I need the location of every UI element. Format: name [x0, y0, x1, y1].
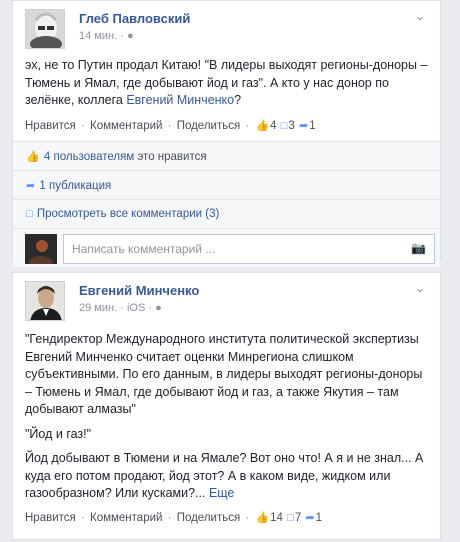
post-meta: 14 мин. · ●: [79, 30, 134, 42]
comment-icon: □: [287, 512, 294, 524]
post-platform: iOS: [126, 302, 146, 314]
post-time[interactable]: 14 мин.: [79, 30, 117, 42]
user-avatar: [25, 234, 57, 264]
like-button[interactable]: Нравится: [25, 120, 76, 132]
comment-composer: Написать комментарий ... 📷: [13, 229, 440, 267]
likes-summary: 👍 4 пользователям это нравится: [13, 142, 440, 171]
comment-count[interactable]: 3: [288, 120, 294, 132]
share-button[interactable]: Поделиться: [177, 120, 241, 132]
chevron-down-icon[interactable]: ⌄: [415, 9, 425, 23]
post-header: Глеб Павловский 14 мин. · ● ⌄: [25, 9, 425, 51]
post-paragraph: Йод добывают в Тюмени и на Ямале? Вот он…: [25, 451, 424, 500]
post-actions: Нравится · Комментарий · Поделиться · 👍4…: [25, 120, 316, 132]
view-comments-row: □ Просмотреть все комментарии (3): [13, 200, 440, 229]
view-all-comments-link[interactable]: Просмотреть все комментарии (3): [37, 208, 219, 220]
likers-link[interactable]: 4 пользователям: [44, 151, 134, 163]
post-paragraph: "Йод и газ!": [25, 426, 92, 441]
author-avatar[interactable]: [25, 281, 65, 321]
post-time[interactable]: 29 мин.: [79, 302, 117, 314]
share-icon: ➦: [26, 180, 36, 192]
like-count[interactable]: 14: [270, 512, 283, 524]
post-text: "Гендиректор Международного института по…: [25, 331, 430, 510]
thumbs-up-icon: 👍: [26, 151, 40, 163]
comment-icon: □: [280, 120, 288, 132]
thumbs-up-icon: 👍: [255, 512, 270, 524]
author-avatar[interactable]: [25, 9, 65, 49]
see-more-link[interactable]: Еще: [209, 486, 234, 500]
thumbs-up-icon: 👍: [255, 120, 270, 132]
like-button[interactable]: Нравится: [25, 512, 76, 524]
post-paragraph: "Гендиректор Международного института по…: [25, 332, 423, 416]
like-count[interactable]: 4: [270, 120, 276, 132]
post-card: Глеб Павловский 14 мин. · ● ⌄ эх, не то …: [12, 0, 441, 267]
shares-link[interactable]: 1 публикация: [39, 180, 111, 192]
share-icon: ➦: [299, 120, 309, 132]
globe-icon: ●: [126, 30, 134, 42]
share-count[interactable]: 1: [316, 512, 322, 524]
share-button[interactable]: Поделиться: [177, 512, 241, 524]
camera-icon[interactable]: 📷: [411, 241, 426, 255]
author-name[interactable]: Евгений Минченко: [79, 283, 199, 298]
post-header: Евгений Минченко 29 мин. · iOS · ● ⌄: [25, 281, 425, 323]
globe-icon: ●: [155, 302, 162, 314]
post-card: Евгений Минченко 29 мин. · iOS · ● ⌄ "Ге…: [12, 272, 441, 540]
comment-button[interactable]: Комментарий: [90, 120, 162, 132]
post-text: эх, не то Путин продал Китаю! "В лидеры …: [25, 58, 428, 107]
comment-icon: □: [26, 208, 33, 220]
mention-link[interactable]: Евгений Минченко: [126, 93, 234, 107]
author-name[interactable]: Глеб Павловский: [79, 11, 190, 26]
share-count[interactable]: 1: [309, 120, 315, 132]
chevron-down-icon[interactable]: ⌄: [415, 281, 425, 295]
post-meta: 29 мин. · iOS · ●: [79, 302, 162, 314]
comment-count[interactable]: 7: [295, 512, 301, 524]
shares-summary: ➦ 1 публикация: [13, 171, 440, 200]
comment-button[interactable]: Комментарий: [90, 512, 162, 524]
post-actions: Нравится · Комментарий · Поделиться · 👍1…: [25, 512, 323, 524]
feedback-area: 👍 4 пользователям это нравится ➦ 1 публи…: [13, 141, 440, 267]
share-icon: ➦: [305, 512, 315, 524]
comment-input[interactable]: Написать комментарий ... 📷: [63, 234, 435, 264]
